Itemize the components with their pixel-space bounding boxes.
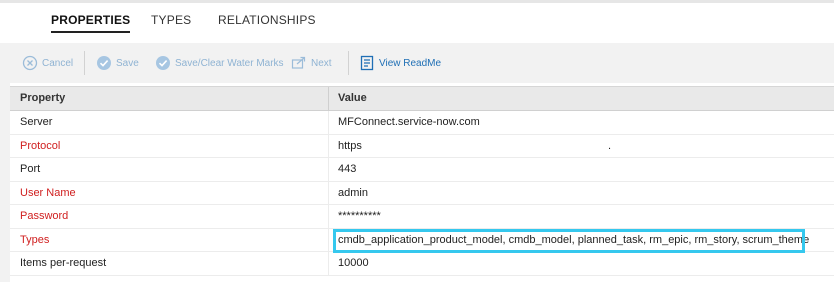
save-clear-label: Save/Clear Water Marks [175, 57, 284, 69]
document-icon [359, 55, 375, 71]
left-panel-edge [0, 43, 10, 282]
tab-bar: PROPERTIES TYPES RELATIONSHIPS [0, 3, 834, 43]
cancel-button[interactable]: Cancel [22, 49, 73, 77]
value-cell[interactable]: 443 [338, 158, 356, 181]
next-label: Next [311, 57, 332, 69]
check-circle-icon [155, 55, 171, 71]
column-header-property[interactable]: Property [20, 87, 65, 111]
toolbar-separator [348, 51, 349, 75]
table-row-types[interactable]: Types cmdb_application_product_model, cm… [10, 228, 834, 253]
property-label: Protocol [20, 139, 61, 152]
value-cell[interactable]: https [338, 135, 362, 158]
column-divider [328, 87, 329, 111]
tab-relationships[interactable]: RELATIONSHIPS [218, 13, 316, 27]
column-divider [328, 158, 329, 181]
property-label: Port [20, 163, 41, 175]
column-divider [328, 228, 329, 252]
save-clear-watermarks-button[interactable]: Save/Clear Water Marks [155, 49, 284, 77]
table-row-server[interactable]: Server MFConnect.service-now.com [10, 111, 834, 135]
stray-mark: . [608, 139, 612, 152]
column-divider [328, 205, 329, 228]
save-button[interactable]: Save [96, 49, 139, 77]
column-divider [328, 111, 329, 134]
value-cell[interactable]: MFConnect.service-now.com [338, 111, 480, 134]
view-readme-button[interactable]: View ReadMe [359, 49, 441, 77]
properties-grid: Property Value Server MFConnect.service-… [10, 86, 834, 282]
toolbar: Cancel Save Save/Clear Water Marks Next … [10, 49, 834, 77]
tab-types[interactable]: TYPES [151, 13, 191, 27]
table-row-items-per-request[interactable]: Items per-request 10000 [10, 252, 834, 276]
value-cell[interactable]: ********** [338, 205, 381, 228]
value-cell[interactable]: admin [338, 182, 368, 205]
table-row-port[interactable]: Port 443 [10, 158, 834, 182]
table-row-password[interactable]: Password ********** [10, 205, 834, 229]
column-header-value[interactable]: Value [338, 87, 367, 111]
next-button[interactable]: Next [291, 49, 332, 77]
save-label: Save [116, 57, 139, 69]
view-readme-label: View ReadMe [379, 57, 442, 69]
property-label: User Name [20, 186, 76, 199]
column-divider [328, 252, 329, 275]
value-cell[interactable]: 10000 [338, 252, 369, 275]
toolbar-separator [84, 51, 85, 75]
property-label: Password [20, 210, 69, 222]
property-label: Items per-request [20, 257, 107, 269]
property-label: Types [20, 233, 50, 246]
highlight-box [333, 228, 805, 253]
property-label: Server [20, 116, 53, 128]
close-circle-icon [22, 55, 38, 71]
grid-header: Property Value [10, 87, 834, 111]
table-row-user-name[interactable]: User Name admin [10, 181, 834, 205]
table-row-protocol[interactable]: Protocol https . [10, 134, 834, 158]
check-circle-icon [96, 55, 112, 71]
arrow-forward-icon [291, 55, 307, 71]
cancel-label: Cancel [42, 57, 74, 69]
column-divider [328, 181, 329, 205]
tab-properties[interactable]: PROPERTIES [51, 13, 131, 33]
column-divider [328, 134, 329, 158]
